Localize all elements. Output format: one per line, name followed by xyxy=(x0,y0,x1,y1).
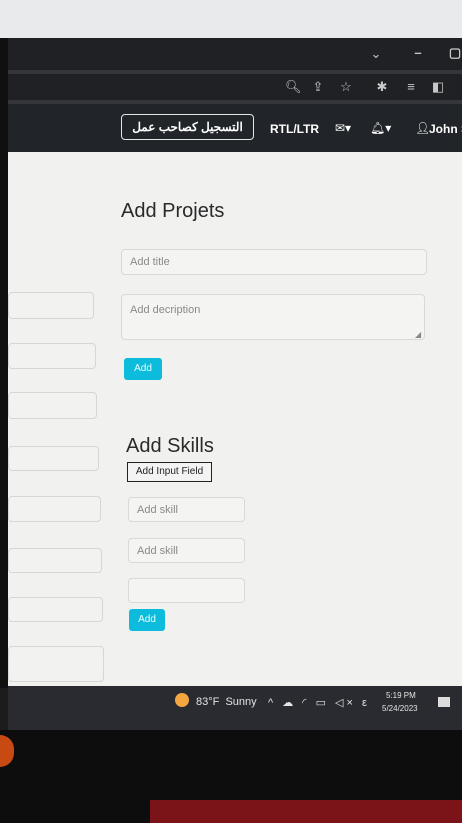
projects-heading: Add Projets xyxy=(121,200,225,222)
sidepanel-icon[interactable]: ◧ xyxy=(430,79,446,95)
left-form-field[interactable] xyxy=(8,548,102,573)
clock-time[interactable]: 5:19 PM xyxy=(386,691,416,700)
photo-background-top xyxy=(0,0,462,38)
user-name[interactable]: John Sm xyxy=(429,122,462,136)
left-form-field[interactable] xyxy=(8,597,103,622)
register-employer-button[interactable]: التسجيل كصاحب عمل xyxy=(121,114,254,140)
rtl-ltr-toggle[interactable]: RTL/LTR xyxy=(270,122,319,136)
add-skills-button[interactable]: Add xyxy=(129,609,165,631)
clock-date[interactable]: 5/24/2023 xyxy=(382,704,418,713)
browser-title-bar xyxy=(8,38,462,70)
project-description-textarea[interactable]: Add decription xyxy=(121,294,425,340)
resize-handle-icon[interactable]: ◢ xyxy=(415,330,421,339)
maximize-icon[interactable]: ▢ xyxy=(447,45,462,61)
photo-object-red xyxy=(150,800,462,823)
weather-text[interactable]: 83°F Sunny xyxy=(196,696,257,708)
left-form-field[interactable] xyxy=(8,343,96,369)
left-form-field[interactable] xyxy=(8,392,97,419)
system-tray-icons[interactable]: ^ ☁ ◜ ▭ ◁× ε xyxy=(268,696,370,709)
skill-input[interactable]: Add skill xyxy=(128,538,245,563)
bell-icon[interactable]: 🔔︎▾ xyxy=(370,121,391,135)
add-project-button[interactable]: Add xyxy=(124,358,162,380)
extensions-icon[interactable]: ✱ xyxy=(374,79,390,95)
left-form-field[interactable] xyxy=(8,292,94,319)
left-form-field[interactable] xyxy=(8,646,104,682)
left-form-field[interactable] xyxy=(8,496,101,522)
minimize-icon[interactable]: – xyxy=(410,45,426,61)
left-form-field[interactable] xyxy=(8,446,99,471)
zoom-icon[interactable]: 🔍︎ xyxy=(285,79,302,95)
chevron-down-icon[interactable]: ⌄ xyxy=(368,46,384,62)
screen-bezel-left xyxy=(0,38,8,688)
notification-icon[interactable] xyxy=(438,697,450,707)
star-icon[interactable]: ☆ xyxy=(338,79,354,95)
skill-input[interactable] xyxy=(128,578,245,603)
user-icon[interactable]: 👤︎ xyxy=(415,121,430,135)
weather-icon[interactable] xyxy=(175,693,189,707)
mail-icon[interactable]: ✉▾ xyxy=(335,121,351,135)
skills-heading: Add Skills xyxy=(126,435,214,457)
address-bar[interactable] xyxy=(8,74,462,100)
share-icon[interactable]: ⇪ xyxy=(310,79,326,95)
add-input-field-button[interactable]: Add Input Field xyxy=(127,462,212,482)
project-title-input[interactable]: Add title xyxy=(121,249,427,275)
skill-input[interactable]: Add skill xyxy=(128,497,245,522)
media-icon[interactable]: ≡ xyxy=(403,79,419,95)
